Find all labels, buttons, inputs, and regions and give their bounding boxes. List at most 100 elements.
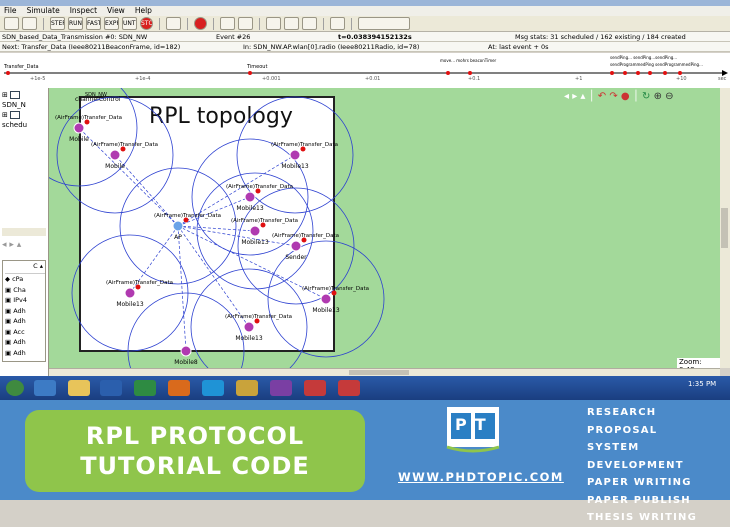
tick-label: +1e-5 [30,76,46,82]
paint-icon[interactable] [236,380,258,396]
tick-label: +1 [575,76,583,82]
banner-title-line1: RPL PROTOCOL [85,422,305,450]
network-node[interactable]: Mobile (AirFrame)Transfer_Data [91,142,158,170]
ie-icon[interactable] [34,380,56,396]
network-node[interactable]: Mobile13 (AirFrame)Transfer_Data [231,218,298,246]
message-label: (AirFrame)Transfer_Data [272,233,339,239]
until-button[interactable]: UNTIL [122,17,137,30]
app-icon[interactable] [304,380,326,396]
skype-icon[interactable] [202,380,224,396]
scrollbar-thumb[interactable] [721,208,728,248]
node-label: Mobile8 [174,359,198,366]
toolbar-separator [43,17,44,30]
new-icon[interactable] [4,17,19,30]
node-icon[interactable] [109,149,121,161]
website-link[interactable]: WWW.PHDTOPIC.COM [398,470,562,484]
nav-arrows-icon[interactable]: ◂ ▸ ▴ [2,240,46,254]
menu-inspect[interactable]: Inspect [70,6,97,16]
tick-label: +0.001 [262,76,281,82]
node-icon[interactable] [289,149,301,161]
excel-icon[interactable] [134,380,156,396]
menu-view[interactable]: View [107,6,125,16]
network-node[interactable]: Mobile13 (AirFrame)Transfer_Data [302,286,369,314]
banner-title-box: RPL PROTOCOL TUTORIAL CODE [25,410,365,492]
node-label: Mobile13 [281,163,308,170]
menu-help[interactable]: Help [135,6,152,16]
list-item[interactable]: ◆ cPa [5,274,45,285]
next-event: Next: Transfer_Data (Ieee80211BeaconFram… [2,43,181,51]
network-node[interactable]: AP (AirFrame)Transfer_Data [154,213,221,241]
service-item: PAPER PUBLISH [587,494,691,506]
network-node[interactable]: Mobile13 (AirFrame)Transfer_Data [226,184,293,212]
object-tree-pane: ⊞ SDN_N ⊞ schedu ◂ ▸ ▴ C ▴ ◆ cPa ▣ Cha ▣… [0,88,49,376]
network-node[interactable]: Mobile13 (AirFrame)Transfer_Data [106,280,173,308]
event-log-icon[interactable] [238,17,253,30]
node-icon[interactable] [180,345,192,357]
list-item[interactable]: ▣ Adh [5,337,45,348]
find-inspect-icon[interactable] [220,17,235,30]
timeline-label-ping1: sendPing... sendPing...sendPing... [610,55,678,60]
list-item[interactable]: ▣ IPv4 [5,295,45,306]
open-icon[interactable] [22,17,37,30]
media-icon[interactable] [270,380,292,396]
radio-range-circle [49,88,138,187]
message-label: (AirFrame)Transfer_Data [225,314,292,320]
timeline-toggle-icon[interactable] [302,17,317,30]
message-label: (AirFrame)Transfer_Data [226,184,293,190]
step-button[interactable]: STEP [50,17,65,30]
record-icon[interactable] [194,17,207,30]
tick-label: +1e-4 [135,76,151,82]
express-button[interactable]: EXPR [104,17,119,30]
tick-label: +10 [676,76,687,82]
split-view-icon[interactable] [284,17,299,30]
layout-icon[interactable] [266,17,281,30]
node-label: Mobile [105,163,125,170]
node-icon[interactable] [244,191,256,203]
node-icon[interactable] [172,220,184,232]
vertical-scrollbar[interactable] [720,88,730,368]
network-node[interactable]: Mobile8 [174,345,198,366]
message-label: (AirFrame)Transfer_Data [302,286,369,292]
menu-simulate[interactable]: Simulate [27,6,60,16]
network-node[interactable]: Sender (AirFrame)Transfer_Data [272,233,339,261]
radio-ranges [49,88,385,368]
list-item[interactable]: ▣ Acc [5,327,45,338]
tree-item-network[interactable]: ⊞ SDN_N [2,90,46,110]
node-icon[interactable] [243,321,255,333]
start-icon[interactable] [6,380,24,396]
node-icon[interactable] [73,122,85,134]
stop-button[interactable]: STOP [140,17,153,30]
node-icon[interactable] [290,240,302,252]
node-label: Sender [285,254,307,261]
run-button[interactable]: RUN [68,17,83,30]
fast-button[interactable]: FAST [86,17,101,30]
network-node[interactable]: Mobile (AirFrame)Transfer_Data [55,115,122,143]
tree-item-scheduled[interactable]: ⊞ schedu [2,110,46,130]
rebuild-network-icon[interactable] [166,17,181,30]
word-icon[interactable] [100,380,122,396]
message-label: (AirFrame)Transfer_Data [271,142,338,148]
options-icon[interactable] [330,17,345,30]
list-item[interactable]: ▣ Adh [5,306,45,317]
node-icon[interactable] [249,225,261,237]
speed-slider[interactable] [358,17,410,30]
node-icon[interactable] [124,287,136,299]
network-node[interactable]: Mobile13 (AirFrame)Transfer_Data [225,314,292,342]
menu-file[interactable]: File [4,6,17,16]
menu-bar: File Simulate Inspect View Help [0,6,730,16]
node-icon[interactable] [320,293,332,305]
app-icon[interactable] [338,380,360,396]
timeline-label-transfer: Transfer_Data [4,64,39,70]
list-item[interactable]: ▣ Cha [5,285,45,296]
list-item[interactable]: ▣ Adh [5,316,45,327]
list-item[interactable]: ▣ Adh [5,348,45,359]
firefox-icon[interactable] [168,380,190,396]
tree-horizontal-scrollbar[interactable] [2,228,46,236]
radio-link [177,225,187,352]
taskbar: 1:35 PM [0,376,730,400]
folder-icon[interactable] [68,380,90,396]
scrollbar-thumb[interactable] [349,370,409,375]
network-node[interactable]: Mobile13 (AirFrame)Transfer_Data [271,142,338,170]
node-label: Mobile13 [236,205,263,212]
message-stats: Msg stats: 31 scheduled / 162 existing /… [515,33,686,41]
